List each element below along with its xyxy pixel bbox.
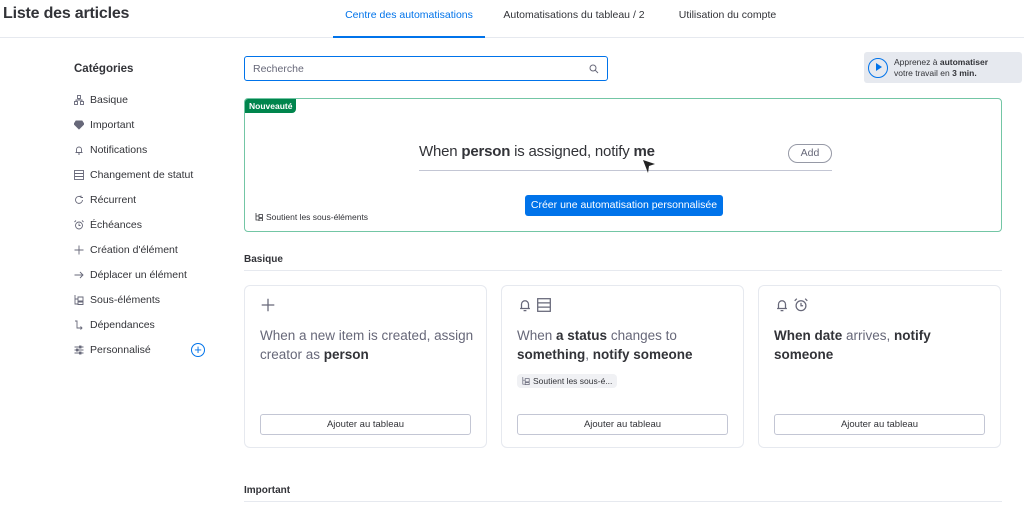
sentence-keyword[interactable]: person — [461, 143, 510, 160]
plus-icon — [261, 298, 275, 312]
sidebar-item-9[interactable]: Dépendances — [74, 315, 194, 335]
sidebar-item-label: Important — [90, 119, 135, 131]
hierarchy-icon — [74, 95, 84, 105]
sidebar-item-label: Dépendances — [90, 319, 155, 331]
sidebar-item-label: Changement de statut — [90, 169, 194, 181]
sidebar-item-0[interactable]: Basique — [74, 90, 194, 110]
subitems-icon — [255, 213, 263, 221]
learn-video-button[interactable]: Apprenez à automatiser votre travail en 3… — [864, 52, 1022, 83]
subitems-label: Soutient les sous-éléments — [266, 212, 369, 222]
card-sentence: When date arrives, notify someone — [774, 326, 989, 364]
add-to-board-button[interactable]: Ajouter au tableau — [260, 414, 471, 435]
sidebar-item-7[interactable]: Déplacer un élément — [74, 265, 194, 285]
tab-account-usage[interactable]: Utilisation du compte — [670, 0, 785, 38]
sentence-keyword[interactable]: notify someone — [593, 347, 693, 362]
card-sentence: When a status changes to something, noti… — [517, 326, 732, 364]
sidebar-item-5[interactable]: Échéances — [74, 215, 194, 235]
subitems-icon — [74, 295, 84, 305]
alarm-icon — [794, 298, 808, 312]
sidebar-item-label: Personnalisé — [90, 344, 151, 356]
add-category-button[interactable]: + — [191, 343, 205, 357]
sidebar-item-6[interactable]: Création d'élément — [74, 240, 194, 260]
bell-icon — [75, 146, 83, 155]
featured-sentence: When person is assigned, notify me — [419, 143, 832, 171]
subitems-chip: Soutient les sous-é... — [517, 374, 618, 388]
header: Liste des articles Centre des automatisa… — [0, 0, 1024, 38]
subitems-icon — [522, 377, 530, 385]
sidebar-item-label: Échéances — [90, 219, 142, 231]
sidebar-item-label: Création d'élément — [90, 244, 178, 256]
add-button[interactable]: Add — [788, 144, 832, 163]
sentence-keyword[interactable]: person — [324, 347, 369, 362]
chip-label: Soutient les sous-é... — [533, 376, 613, 386]
sidebar-item-1[interactable]: Important — [74, 115, 194, 135]
sentence-text: When — [419, 143, 462, 160]
diamond-icon — [74, 120, 84, 130]
sentence-keyword[interactable]: When date — [774, 328, 842, 343]
create-custom-automation-button[interactable]: Créer une automatisation personnalisée — [525, 195, 723, 216]
sentence-text: When — [517, 328, 557, 343]
status-icon — [537, 298, 551, 312]
tab-board-automations[interactable]: Automatisations du tableau / 2 — [498, 0, 650, 38]
bell-icon — [777, 300, 787, 312]
recurring-icon — [75, 195, 83, 204]
automation-card[interactable]: When a status changes to something, noti… — [501, 285, 744, 448]
search-icon — [589, 64, 599, 73]
alarm-icon — [74, 220, 84, 230]
add-to-board-button[interactable]: Ajouter au tableau — [517, 414, 728, 435]
subitems-support: Soutient les sous-éléments — [255, 212, 368, 222]
search-field[interactable] — [244, 56, 608, 81]
card-sentence: When a new item is created, assign creat… — [260, 326, 475, 364]
promo-bold: automatiser — [939, 56, 989, 67]
sentence-keyword[interactable]: something — [517, 347, 585, 362]
sentence-keyword[interactable]: me — [634, 143, 655, 160]
bell-icon — [520, 300, 530, 312]
sidebar-item-2[interactable]: Notifications — [74, 140, 194, 160]
tab-automation-center[interactable]: Centre des automatisations — [333, 0, 485, 38]
sidebar-item-label: Basique — [90, 94, 128, 106]
sidebar-item-label: Déplacer un élément — [90, 269, 187, 281]
dependency-icon — [75, 320, 83, 330]
sliders-icon — [74, 345, 84, 355]
sidebar-item-label: Récurrent — [90, 194, 137, 206]
sidebar-item-8[interactable]: Sous-éléments — [74, 290, 194, 310]
automation-card[interactable]: When date arrives, notify someone Ajouter… — [758, 285, 1001, 448]
search-input[interactable] — [253, 62, 589, 75]
sidebar-item-3[interactable]: Changement de statut — [74, 165, 194, 185]
sentence-text: is assigned, notify — [510, 143, 634, 160]
section-basique: Basique — [244, 254, 1002, 271]
arrow-right-icon — [74, 271, 84, 279]
section-important: Important — [244, 485, 1002, 502]
promo-duration: 3 min. — [952, 67, 977, 78]
new-badge: Nouveauté — [245, 99, 297, 113]
play-icon — [868, 57, 888, 78]
featured-automation: Nouveauté When person is assigned, notif… — [244, 98, 1002, 232]
sentence-text: changes to — [607, 328, 677, 343]
categories-title: Catégories — [74, 63, 134, 75]
sentence-text: , — [585, 347, 593, 362]
automation-card[interactable]: When a new item is created, assign creat… — [244, 285, 487, 448]
add-to-board-button[interactable]: Ajouter au tableau — [774, 414, 985, 435]
plus-icon — [74, 245, 84, 255]
sentence-keyword[interactable]: a status — [556, 328, 607, 343]
sidebar-item-4[interactable]: Récurrent — [74, 190, 194, 210]
promo-text-2: votre travail en — [894, 67, 953, 78]
sidebar-item-10[interactable]: Personnalisé — [74, 340, 194, 360]
page-title: Liste des articles — [3, 5, 130, 22]
sidebar-item-label: Notifications — [90, 144, 148, 156]
status-icon — [74, 170, 84, 180]
sidebar-item-label: Sous-éléments — [90, 294, 161, 306]
sentence-text: arrives, — [842, 328, 895, 343]
promo-text: Apprenez à — [894, 56, 940, 67]
cursor-icon — [643, 160, 655, 173]
